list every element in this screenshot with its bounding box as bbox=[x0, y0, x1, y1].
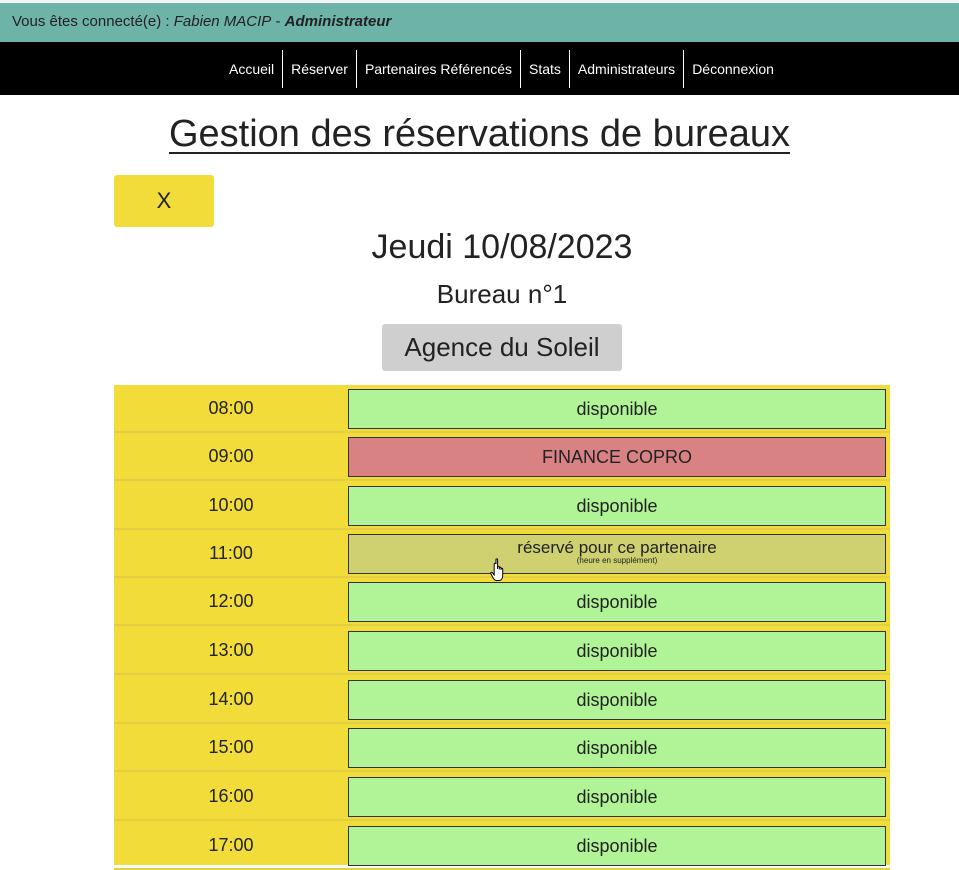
nav-item-administrateurs[interactable]: Administrateurs bbox=[568, 50, 683, 88]
slot-available[interactable]: disponible bbox=[348, 680, 886, 720]
user-status-prefix: Vous êtes connecté(e) : bbox=[12, 13, 174, 30]
schedule-row: 13:00 disponible bbox=[114, 627, 890, 675]
slot-time: 15:00 bbox=[208, 737, 254, 757]
main-nav: Accueil Réserver Partenaires Référencés … bbox=[0, 42, 959, 95]
slot-time: 08:00 bbox=[208, 398, 254, 418]
schedule-row: 17:00 disponible bbox=[114, 822, 890, 870]
schedule-grid: 08:00 disponible 09:00 FINANCE COPRO 10:… bbox=[114, 385, 890, 870]
user-role: Administrateur bbox=[284, 13, 392, 30]
user-name: Fabien MACIP bbox=[173, 13, 272, 30]
schedule-row: 15:00 disponible bbox=[114, 724, 890, 772]
hand-pointer-icon bbox=[490, 558, 504, 581]
slot-time: 16:00 bbox=[208, 786, 254, 806]
schedule-row: 08:00 disponible bbox=[114, 385, 890, 433]
slot-available[interactable]: disponible bbox=[348, 389, 886, 429]
slot-available[interactable]: disponible bbox=[348, 631, 886, 671]
nav-item-reserver[interactable]: Réserver bbox=[282, 50, 356, 88]
slot-partner-label: réservé pour ce partenaire bbox=[517, 538, 717, 557]
schedule-row: 12:00 disponible bbox=[114, 578, 890, 626]
page-title: Gestion des réservations de bureaux bbox=[168, 113, 791, 155]
schedule-row: 10:00 disponible bbox=[114, 482, 890, 530]
schedule-row: 09:00 FINANCE COPRO bbox=[114, 433, 890, 481]
slot-time: 12:00 bbox=[208, 591, 254, 611]
slot-time: 17:00 bbox=[208, 835, 254, 855]
slot-available[interactable]: disponible bbox=[348, 777, 886, 817]
close-button[interactable]: X bbox=[114, 175, 214, 227]
slot-time: 11:00 bbox=[209, 543, 253, 563]
slot-time: 09:00 bbox=[208, 446, 254, 466]
selected-date: Jeudi 10/08/2023 bbox=[371, 228, 633, 266]
slot-available[interactable]: disponible bbox=[348, 486, 886, 526]
schedule-row: 16:00 disponible bbox=[114, 773, 890, 821]
user-status-bar: Vous êtes connecté(e) : Fabien MACIP - A… bbox=[0, 0, 959, 42]
schedule-row: 14:00 disponible bbox=[114, 676, 890, 724]
slot-available[interactable]: disponible bbox=[348, 728, 886, 768]
page-title-wrap: Gestion des réservations de bureaux bbox=[0, 113, 959, 156]
slot-partner-reserved[interactable]: réservé pour ce partenaire (heure en sup… bbox=[348, 534, 886, 574]
nav-item-stats[interactable]: Stats bbox=[520, 50, 569, 88]
slot-partner-note: (heure en supplément) bbox=[576, 556, 658, 565]
slot-time: 14:00 bbox=[208, 689, 254, 709]
partner-button[interactable]: Agence du Soleil bbox=[382, 324, 622, 371]
slot-time: 10:00 bbox=[208, 495, 254, 515]
slot-available[interactable]: disponible bbox=[348, 582, 886, 622]
nav-item-accueil[interactable]: Accueil bbox=[221, 50, 282, 88]
slot-time: 13:00 bbox=[208, 640, 254, 660]
bureau-name: Bureau n°1 bbox=[436, 279, 568, 309]
nav-item-partenaires[interactable]: Partenaires Référencés bbox=[355, 50, 520, 88]
nav-item-deconnexion[interactable]: Déconnexion bbox=[683, 50, 782, 88]
slot-available[interactable]: disponible bbox=[348, 826, 886, 866]
user-status-separator: - bbox=[271, 13, 285, 30]
slot-booked[interactable]: FINANCE COPRO bbox=[348, 437, 886, 477]
